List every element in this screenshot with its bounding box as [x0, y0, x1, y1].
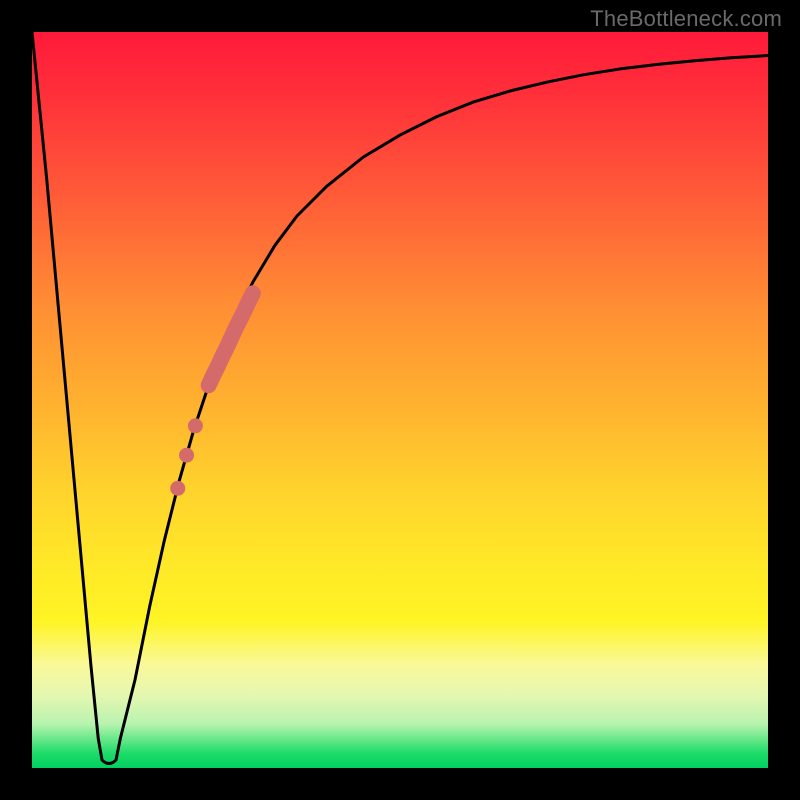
- risk-dot-1: [188, 418, 203, 433]
- plot-area: [32, 32, 768, 768]
- risk-range-segment: [209, 293, 253, 385]
- chart-svg: [32, 32, 768, 768]
- bottleneck-curve: [32, 32, 768, 764]
- chart-frame: TheBottleneck.com: [0, 0, 800, 800]
- risk-dot-2: [179, 448, 194, 463]
- risk-dot-3: [170, 481, 185, 496]
- watermark-text: TheBottleneck.com: [590, 6, 782, 32]
